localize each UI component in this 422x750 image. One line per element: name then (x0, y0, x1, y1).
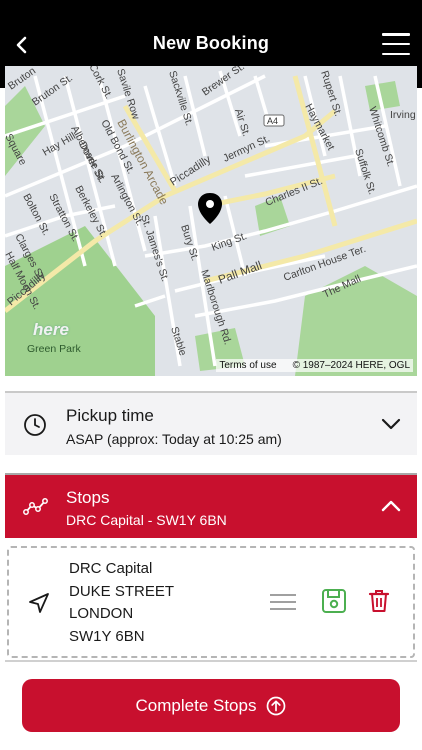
stops-summary: DRC Capital - SW1Y 6BN (66, 512, 227, 528)
stop-card: DRC Capital DUKE STREET LONDON SW1Y 6BN (7, 546, 415, 658)
stop-street: DUKE STREET (69, 582, 175, 600)
here-logo: here (33, 320, 69, 339)
map-label: Green Park (27, 343, 81, 355)
menu-line (382, 33, 410, 36)
stops-header[interactable]: Stops DRC Capital - SW1Y 6BN (5, 473, 417, 538)
chevron-down-icon (381, 418, 401, 430)
trash-icon[interactable] (367, 588, 391, 614)
pickup-time-row[interactable]: Pickup time ASAP (approx: Today at 10:25… (5, 391, 417, 455)
clock-icon (24, 414, 46, 436)
navigation-arrow-icon (29, 593, 49, 613)
stop-postcode: SW1Y 6BN (69, 627, 145, 645)
stop-address: DRC Capital DUKE STREET LONDON SW1Y 6BN (69, 558, 174, 648)
pickup-time-value: ASAP (approx: Today at 10:25 am) (66, 431, 282, 447)
menu-line (382, 42, 410, 46)
map-view[interactable]: A4 Burlington Arcade Piccadilly Piccadil… (5, 66, 417, 376)
map-label: A4 (267, 116, 278, 126)
map-label: Irving (390, 109, 416, 121)
drag-handle-icon[interactable] (270, 594, 296, 610)
divider (5, 660, 417, 662)
terms-of-use-link[interactable]: Terms of use (219, 360, 276, 371)
complete-stops-label: Complete Stops (135, 695, 257, 715)
hamburger-menu-button[interactable] (382, 33, 410, 55)
map-attribution: Terms of use © 1987–2024 HERE, OGL (216, 359, 413, 372)
stop-name: DRC Capital (69, 560, 153, 577)
route-icon (23, 498, 48, 515)
arrow-up-circle-icon (267, 696, 286, 715)
complete-stops-button[interactable]: Complete Stops (22, 679, 400, 732)
stops-label: Stops (66, 488, 110, 507)
chevron-up-icon (381, 500, 401, 512)
save-icon[interactable] (321, 588, 347, 614)
map-copyright: © 1987–2024 HERE, OGL (292, 360, 410, 371)
pickup-time-label: Pickup time (66, 406, 154, 425)
stop-city: LONDON (69, 605, 134, 622)
menu-line (382, 52, 410, 55)
page-title: New Booking (152, 33, 270, 53)
